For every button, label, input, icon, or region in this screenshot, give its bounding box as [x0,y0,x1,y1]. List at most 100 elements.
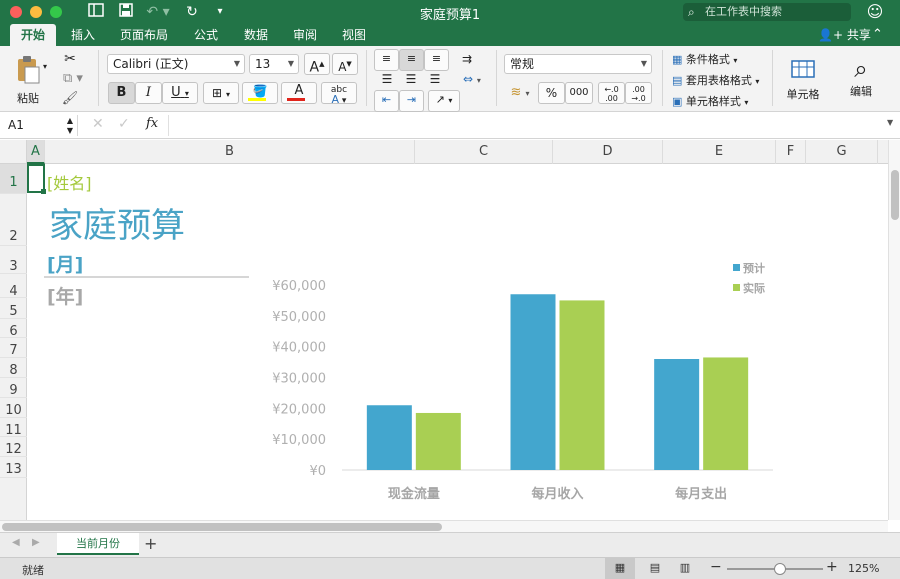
wrap-text-icon[interactable]: ⇉ [456,48,478,70]
zoom-slider-thumb[interactable] [773,563,786,575]
paste-options-dropdown[interactable]: ▾ [40,56,50,78]
zoom-level[interactable]: 125% [848,562,879,575]
underline-button[interactable]: U ▾ [162,82,198,104]
decrease-decimal-button[interactable]: .00 →.0 [625,82,652,104]
x-category-label: 每月支出 [675,486,727,502]
horizontal-scroll-thumb[interactable] [2,523,442,531]
row-header-8[interactable]: 8 [0,358,27,378]
font-color-button[interactable]: A [281,82,317,104]
next-sheet-icon[interactable]: ▶ [32,537,40,548]
center-align-icon[interactable]: ☰ [400,68,422,90]
merge-center-icon[interactable]: ⇔ ▾ [456,68,488,92]
row-header-7[interactable]: 7 [0,338,27,358]
conditional-format-button[interactable]: ▦ 条件格式 ▾ [672,51,737,67]
add-sheet-button[interactable]: + [144,534,157,553]
tab-home[interactable]: 开始 [10,24,56,46]
borders-button[interactable]: ⊞ ▾ [203,82,239,104]
column-header-a[interactable]: A [27,140,45,164]
number-format-select[interactable]: 常规 ▼ [504,54,652,74]
expand-formula-bar-icon[interactable]: ▼ [887,118,893,127]
row-header-11[interactable]: 11 [0,418,27,438]
tab-insert[interactable]: 插入 [63,24,103,46]
clipboard-icon [18,56,40,84]
row-header-10[interactable]: 10 [0,398,27,418]
shrink-font-button[interactable]: A▼ [332,53,358,75]
grow-font-button[interactable]: A▲ [304,53,330,76]
cancel-entry-icon[interactable]: ✕ [92,116,104,132]
row-header-4[interactable]: 4 [0,274,27,299]
increase-indent-button[interactable]: ⇥ [399,90,424,112]
confirm-entry-icon[interactable]: ✓ [118,116,130,132]
tab-view[interactable]: 视图 [336,24,372,46]
horizontal-scrollbar[interactable] [0,520,888,532]
font-name-select[interactable]: Calibri (正文) ▼ [107,54,245,74]
formula-input[interactable] [168,115,878,136]
cell-styles-button[interactable]: ▣ 单元格样式 ▾ [672,93,748,109]
page-layout-view-button[interactable]: ▤ [644,558,666,579]
tab-page-layout[interactable]: 页面布局 [116,24,172,46]
cell-styles-label: 单元格样式 [685,95,741,108]
font-name-value: Calibri (正文) [113,57,189,71]
vertical-scroll-thumb[interactable] [891,170,899,220]
page-break-view-button[interactable]: ▥ [674,558,696,579]
prev-sheet-icon[interactable]: ◀ [12,537,20,548]
tab-data[interactable]: 数据 [238,24,274,46]
accounting-format-icon[interactable]: ≋ ▾ [504,82,536,105]
column-header-g[interactable]: G [806,140,878,164]
right-align-icon[interactable]: ☰ [424,68,446,90]
column-header-c[interactable]: C [415,140,553,164]
percent-style-button[interactable]: % [538,82,565,104]
fill-color-button[interactable]: 🪣 [242,82,278,104]
orientation-button[interactable]: ↗ ▾ [428,90,460,112]
row-header-5[interactable]: 5 [0,298,27,319]
sheet-search-input[interactable]: ⌕ 在工作表中搜索 [683,3,851,21]
sheet-tab-current-month[interactable]: 当前月份 [57,533,139,555]
name-box[interactable]: A1 ▲ ▼ [0,115,78,136]
number-format-value: 常规 [510,57,535,71]
user-account-icon[interactable]: ☺ [864,3,886,21]
row-header-3[interactable]: 3 [0,246,27,274]
column-header-b[interactable]: B [45,140,415,164]
zoom-slider[interactable] [727,563,823,575]
worksheet-grid[interactable]: [姓名] 家庭预算 [月] [年] ¥0 ¥10,000 ¥20,000 ¥30,00… [27,164,888,520]
italic-button[interactable]: I [135,82,162,104]
bold-button[interactable]: B [108,82,135,104]
vertical-scrollbar[interactable] [888,140,900,520]
row-header-9[interactable]: 9 [0,378,27,398]
zoom-out-button[interactable]: − [710,559,722,575]
cut-icon[interactable]: ✂ [60,48,80,70]
row-header-13[interactable]: 13 [0,457,27,478]
tab-formulas[interactable]: 公式 [188,24,224,46]
phonetic-button[interactable]: abc A ▾ [321,82,357,106]
left-align-icon[interactable]: ☰ [376,68,398,90]
editing-button[interactable]: ⌕ 编辑 [836,50,886,106]
budget-chart[interactable]: ¥0 ¥10,000 ¥20,000 ¥30,000 ¥40,000 ¥50,000 ¥60… [27,164,888,520]
name-box-stepper-icon[interactable]: ▲ ▼ [67,115,73,136]
normal-view-button[interactable]: ▦ [605,558,635,579]
tab-review[interactable]: 审阅 [287,24,323,46]
share-button[interactable]: 👤+ 共享 [818,24,871,46]
collapse-ribbon-icon[interactable]: ⌃ [872,24,883,46]
insert-function-icon[interactable]: fx [146,116,158,131]
format-painter-icon[interactable]: 🖌 [60,88,80,110]
column-header-d[interactable]: D [553,140,663,164]
zoom-in-button[interactable]: + [826,559,838,575]
row-header-6[interactable]: 6 [0,319,27,339]
font-size-select[interactable]: 13 ▼ [249,54,299,74]
format-as-table-button[interactable]: ▤ 套用表格格式 ▾ [672,72,759,88]
row-headers: 1 2 3 4 5 6 7 8 9 10 11 12 13 [0,164,27,520]
row-header-12[interactable]: 12 [0,437,27,457]
decrease-indent-button[interactable]: ⇤ [374,90,399,112]
increase-decimal-button[interactable]: ←.0 .00 [598,82,625,104]
cells-button[interactable]: 单元格 [780,50,826,106]
select-all-corner[interactable] [0,140,27,164]
copy-icon[interactable]: ⧉ ▾ [60,68,86,90]
column-header-e[interactable]: E [663,140,776,164]
column-header-f[interactable]: F [776,140,806,164]
x-category-label: 现金流量 [388,486,440,502]
row-header-2[interactable]: 2 [0,194,27,246]
row-header-1[interactable]: 1 [0,164,27,194]
y-tick-label: ¥30,000 [272,372,326,387]
comma-style-button[interactable]: 000 [565,82,593,104]
ribbon-separator [98,50,99,106]
